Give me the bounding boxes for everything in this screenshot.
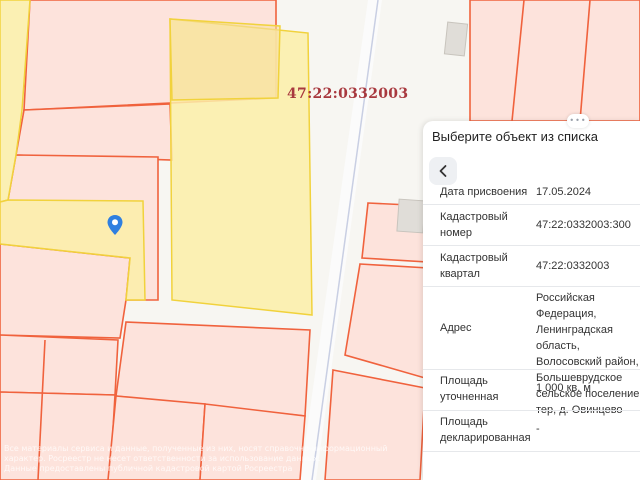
selected-parcel-overlap: [169, 18, 281, 101]
attribute-row: Площадь декларированная -: [423, 411, 640, 452]
dots-icon: •••: [569, 116, 587, 125]
chevron-left-icon: [439, 165, 447, 177]
attribute-label: Площадь уточненная: [440, 375, 499, 403]
attribute-label: Кадастровый номер: [440, 211, 508, 239]
map-footer: Все материалы сервиса и данные, полученн…: [0, 444, 424, 474]
attribute-value: 1 000 кв. м: [536, 382, 591, 394]
object-info-panel: Выберите объект из списка Дата присвоени…: [423, 121, 640, 480]
attribute-value: 17.05.2024: [536, 186, 592, 198]
parcel[interactable]: [0, 334, 119, 396]
attribute-value[interactable]: 47:22:0332003: [536, 258, 640, 274]
attribute-label: Кадастровый квартал: [440, 252, 508, 280]
cadastral-quarter-label: 47:22:0332003: [287, 86, 409, 102]
attribute-label: Площадь декларированная: [440, 416, 531, 444]
attributes-list: Дата присвоения 17.05.2024 Кадастровый н…: [423, 183, 640, 452]
footer-source: Данные предоставлены публичной кадастров…: [4, 464, 293, 473]
parcel[interactable]: [15, 103, 173, 161]
building: [443, 21, 469, 57]
panel-drag-handle[interactable]: •••: [567, 114, 589, 128]
attribute-row: Кадастровый квартал 47:22:0332003: [423, 246, 640, 287]
attribute-row: Площадь уточненная 1 000 кв. м: [423, 370, 640, 411]
attribute-value[interactable]: 47:22:0332003:300: [536, 217, 640, 233]
panel-title: Выберите объект из списка: [432, 129, 599, 144]
location-pin-icon[interactable]: [106, 214, 124, 236]
building: [396, 198, 426, 234]
footer-disclaimer: Все материалы сервиса и данные, полученн…: [4, 444, 388, 463]
parcel[interactable]: [0, 243, 131, 339]
attribute-row: Адрес Российская Федерация, Ленинградска…: [423, 287, 640, 416]
attribute-value: -: [536, 423, 540, 435]
attribute-row: Дата присвоения 17.05.2024: [423, 183, 640, 205]
parcel[interactable]: [469, 0, 640, 122]
attribute-label: Адрес: [440, 322, 472, 334]
attribute-label: Дата присвоения: [440, 186, 528, 198]
attribute-row: Кадастровый номер 47:22:0332003:300: [423, 205, 640, 246]
back-button[interactable]: [429, 157, 457, 185]
